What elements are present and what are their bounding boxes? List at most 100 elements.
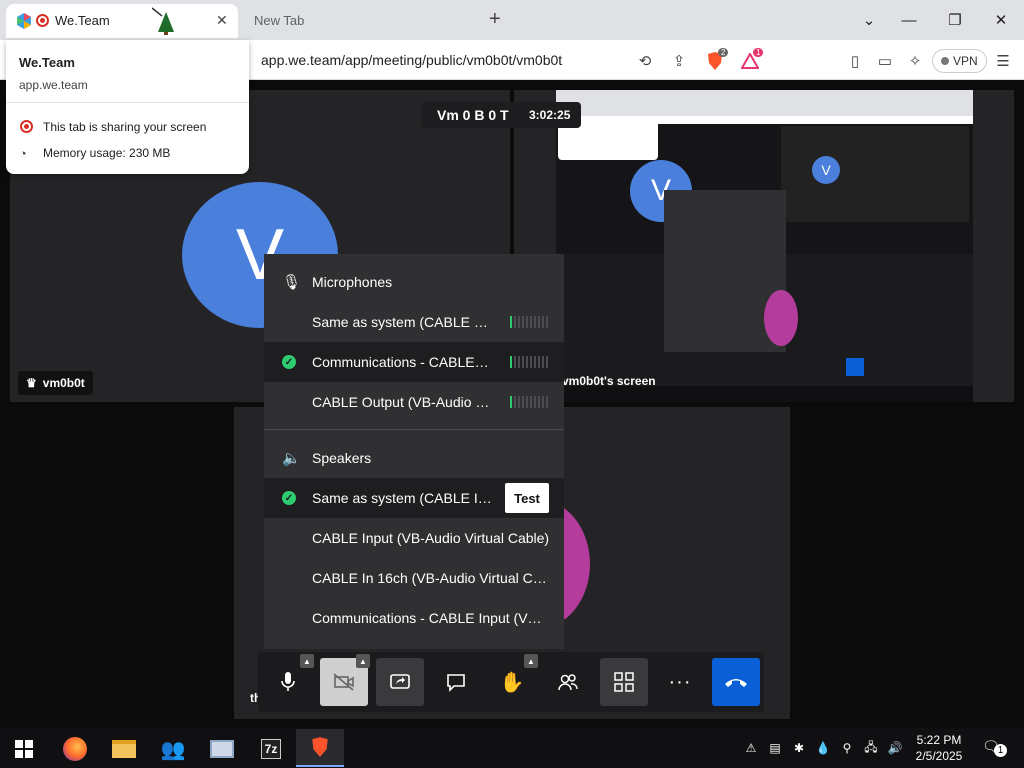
- shared-inner-avatar: V: [812, 156, 840, 184]
- level-meter: [510, 356, 548, 368]
- test-button[interactable]: Test: [505, 483, 549, 513]
- participants-button[interactable]: [544, 658, 592, 706]
- rewards-badge: 1: [753, 48, 764, 57]
- clock-date: 2/5/2025: [915, 749, 963, 763]
- tab-title: We.Team: [55, 13, 110, 28]
- leo-ai-icon[interactable]: ✧: [902, 48, 928, 74]
- microphone-option[interactable]: CABLE Output (VB-Audio Virtual Cable): [264, 382, 564, 422]
- brave-taskbar-icon[interactable]: [296, 729, 344, 767]
- network-icon[interactable]: 🖧: [862, 738, 880, 758]
- new-tab-button[interactable]: +: [489, 8, 501, 31]
- users-app-icon[interactable]: 👥: [155, 732, 191, 766]
- level-meter: [510, 316, 548, 328]
- screen-share-button[interactable]: [376, 658, 424, 706]
- shared-hovercard: [558, 124, 658, 160]
- wallet-icon[interactable]: ▭: [872, 48, 898, 74]
- menu-icon[interactable]: ☰: [990, 48, 1016, 74]
- shared-inner-screen: [781, 126, 969, 222]
- notifications-button[interactable]: 🗨 1: [982, 738, 1008, 760]
- level-meter: [510, 396, 548, 408]
- maximize-button[interactable]: ❐: [941, 8, 969, 32]
- menu-divider: [264, 429, 564, 430]
- hang-up-icon: [725, 679, 747, 687]
- chat-button[interactable]: [432, 658, 480, 706]
- brave-rewards-icon[interactable]: 1: [737, 48, 764, 74]
- shared-screen: V V: [556, 90, 973, 402]
- close-window-button[interactable]: ✕: [987, 8, 1015, 32]
- tab-search-icon[interactable]: ⌄: [855, 8, 883, 32]
- volume-icon[interactable]: 🔊: [886, 738, 904, 758]
- tab-title: New Tab: [254, 13, 305, 28]
- layout-button[interactable]: [600, 658, 648, 706]
- microphone-option[interactable]: Same as system (CABLE Output (VB-Audio V…: [264, 302, 564, 342]
- microphone-option-label: Communications - CABLE Output (VB-Audio …: [312, 354, 492, 370]
- url-field[interactable]: app.we.team/app/meeting/public/vm0b0t/vm…: [261, 52, 562, 68]
- microphone-options-caret[interactable]: ▲: [300, 654, 314, 668]
- hovercard-sharing-text: This tab is sharing your screen: [43, 120, 207, 134]
- vpn-button[interactable]: VPN: [932, 49, 987, 73]
- microphone-icon: 🎙: [282, 274, 302, 291]
- shared-device-menu: [664, 190, 786, 372]
- clock-time: 5:22 PM: [916, 733, 962, 747]
- shared-hangup: [846, 358, 864, 376]
- file-explorer-icon[interactable]: [106, 732, 142, 766]
- brave-shields-icon[interactable]: 2: [702, 48, 729, 74]
- tab-weteam[interactable]: We.Team ✕: [6, 4, 238, 38]
- grid-icon: [614, 672, 634, 692]
- speaker-option-label: CABLE In 16ch (VB-Audio Virtual Cable): [312, 570, 547, 586]
- remote-desktop-icon[interactable]: [204, 732, 240, 766]
- recording-icon: [36, 14, 49, 27]
- crown-icon: ♛: [26, 376, 37, 390]
- speaker-option[interactable]: Communications - CABLE Input (VB-Audio V…: [264, 598, 564, 638]
- tab-new-tab[interactable]: New Tab: [244, 4, 474, 38]
- hovercard-memory-text: Memory usage: 230 MB: [43, 146, 171, 160]
- tray-droplet-icon[interactable]: 💧: [814, 738, 832, 758]
- tray-app-icon[interactable]: ✱: [790, 738, 808, 758]
- shared-pink-avatar: [764, 290, 798, 346]
- shields-badge: 2: [718, 48, 729, 57]
- speaker-option[interactable]: ✓ Same as system (CABLE Input (VB-Audio …: [264, 478, 564, 518]
- hovercard-divider: [6, 102, 249, 103]
- speaker-option-label: CABLE Input (VB-Audio Virtual Cable): [312, 530, 550, 546]
- tray-storage-icon[interactable]: ▤: [766, 738, 784, 758]
- 7zip-label: 7z: [260, 739, 282, 759]
- 7zip-icon[interactable]: 7z: [253, 732, 289, 766]
- sidebar-icon[interactable]: ▯: [842, 48, 868, 74]
- audio-device-menu: 🎙 Microphones Same as system (CABLE Outp…: [264, 254, 564, 649]
- speaker-option[interactable]: CABLE Input (VB-Audio Virtual Cable): [264, 518, 564, 558]
- tray-search-icon[interactable]: ⚲: [838, 738, 856, 758]
- speaker-option-label: Communications - CABLE Input (VB-Audio V…: [312, 610, 547, 626]
- microphone-option[interactable]: ✓ Communications - CABLE Output (VB-Audi…: [264, 342, 564, 382]
- tray-warning-icon[interactable]: ⚠: [742, 738, 760, 758]
- history-icon[interactable]: ⟲: [632, 48, 658, 74]
- participants-icon: [558, 674, 578, 691]
- shared-toolbar: [650, 352, 868, 380]
- hovercard-title: We.Team: [19, 55, 75, 70]
- reactions-caret[interactable]: ▲: [524, 654, 538, 668]
- weteam-favicon: [16, 13, 32, 29]
- check-icon: ✓: [282, 355, 296, 369]
- share-icon[interactable]: ⇪: [666, 48, 692, 74]
- more-button[interactable]: ···: [656, 658, 704, 706]
- speaker-option[interactable]: CABLE In 16ch (VB-Audio Virtual Cable): [264, 558, 564, 598]
- screen-share-label: vm0b0t's screen: [562, 374, 656, 388]
- participant-name: vm0b0t: [42, 376, 85, 390]
- speakers-header: 🔈 Speakers: [264, 438, 564, 478]
- speakers-title: Speakers: [312, 450, 372, 466]
- check-icon: ✓: [282, 491, 296, 505]
- microphone-option-label: CABLE Output (VB-Audio Virtual Cable): [312, 394, 492, 410]
- meeting-toolbar: ▲ ▲ ✋ ▲ ···: [258, 652, 764, 712]
- speaker-option-label: Same as system (CABLE Input (VB-Audio Vi…: [312, 490, 492, 506]
- minimize-button[interactable]: —: [895, 8, 923, 32]
- shared-addressbar: [556, 116, 973, 124]
- camera-options-caret[interactable]: ▲: [356, 654, 370, 668]
- firefox-icon[interactable]: [57, 732, 93, 766]
- hang-up-button[interactable]: [712, 658, 760, 706]
- microphones-title: Microphones: [312, 274, 393, 290]
- microphone-icon: [281, 672, 295, 691]
- start-button[interactable]: [6, 732, 42, 766]
- microphone-option-label: Same as system (CABLE Output (VB-Audio V…: [312, 314, 492, 330]
- clock[interactable]: 5:22 PM 2/5/2025: [912, 732, 966, 764]
- close-tab-icon[interactable]: ✕: [216, 12, 228, 29]
- vpn-status-dot: [941, 57, 949, 65]
